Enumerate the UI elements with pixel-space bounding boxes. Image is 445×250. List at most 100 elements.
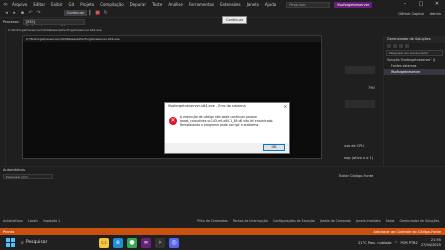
visual-studio-logo-icon: ∞ xyxy=(3,1,8,8)
sync-icon[interactable] xyxy=(393,44,397,48)
home-icon[interactable] xyxy=(387,44,391,48)
bottom-panels: Automáticos Pesquisar (Ctrl Exibir Códig… xyxy=(0,166,445,224)
diagnostics-panel: 790 uso de CPU nap (ativo n.o 1) xyxy=(342,60,380,166)
pause-icon[interactable]: ‖ xyxy=(87,10,92,16)
console-title: C:\lfsoforgetnesserver\x64\Release\lfsof… xyxy=(23,36,321,42)
dialog-message-line: Reinstalando o programa pode corrigir o … xyxy=(180,123,260,127)
menu-item-projeto[interactable]: Projeto xyxy=(80,2,94,7)
diagnostics-value: 790 xyxy=(368,86,375,90)
menu-item-ferramentas[interactable]: Ferramentas xyxy=(189,2,214,7)
tab-pontos[interactable]: Pontos de Interrupção xyxy=(233,219,268,223)
tab-locais[interactable]: Locais xyxy=(28,219,38,223)
dialog-title: lfsoforgetneserver.x64.exe - Erro do sis… xyxy=(165,103,289,110)
edge-icon[interactable]: e xyxy=(113,237,123,248)
solution-explorer-title: Gerenciador de Soluções xyxy=(384,36,445,43)
dialog-close-icon[interactable]: ✕ xyxy=(284,103,287,110)
menu-item-compilacao[interactable]: Compilação xyxy=(100,2,123,7)
file-explorer-icon[interactable]: ▭ xyxy=(99,237,109,248)
tab-automaticos[interactable]: Automáticos xyxy=(3,219,23,223)
terminal-icon[interactable]: › xyxy=(155,237,165,248)
search-label: Pesquisar xyxy=(289,2,306,7)
discord-icon[interactable]: ◎ xyxy=(169,237,179,248)
github-copilot-button[interactable]: GitHub Copilot xyxy=(398,12,424,16)
solution-search-input[interactable]: Pesquisar em Gerenciador xyxy=(386,50,443,56)
stop-icon[interactable]: ■ xyxy=(95,10,100,16)
window-controls: – □ ✕ xyxy=(397,0,445,9)
autos-search-input[interactable]: Pesquisar (Ctrl xyxy=(3,174,53,179)
tab-gerenciador[interactable]: Gerenciador de Soluções xyxy=(399,219,439,223)
toolbar-right: GitHub Copilot Admin xyxy=(398,9,441,18)
maximize-icon[interactable]: □ xyxy=(413,0,429,9)
menu-item-depurar[interactable]: Depurar xyxy=(130,2,146,7)
process-label: Processo: xyxy=(3,19,20,24)
cpu-label: uso de CPU xyxy=(344,144,364,148)
tab-pilha[interactable]: Pilha de Chamadas xyxy=(197,219,228,223)
bottom-tabs: Automáticos Locais Inspeção 1 Pilha de C… xyxy=(0,217,445,224)
language-indicator[interactable]: POR PTB2 xyxy=(401,241,418,245)
menu-item-extensoes[interactable]: Extensões xyxy=(220,2,241,7)
back-icon[interactable]: ◂ xyxy=(4,10,9,16)
clock-date: 27/04/2025 xyxy=(420,242,441,247)
redo-icon[interactable]: ↷ xyxy=(36,10,41,16)
tab-imediata[interactable]: Janela Imediata xyxy=(356,219,381,223)
restart-icon[interactable]: ↻ xyxy=(103,10,108,16)
minimize-icon[interactable]: – xyxy=(397,0,413,9)
solution-explorer-toolbar xyxy=(384,43,445,49)
continue-button[interactable]: Continuar xyxy=(64,10,88,16)
tab-excecao[interactable]: Configurações de Exceção xyxy=(273,219,315,223)
taskbar: ⌕ Pesquisar ▭ e ● ∞ › ◎ 21°C Parc. nubla… xyxy=(0,235,445,250)
process-bar: Processo: [932] lfsoforgetneserver.x64.e… xyxy=(0,18,380,29)
tab-comando[interactable]: Janela de Comando xyxy=(320,219,351,223)
process-select[interactable]: [932] lfsoforgetneserver.x64.exe xyxy=(22,18,85,29)
dialog-message: A execução de código não pode continuar … xyxy=(180,115,286,127)
diagnostics-bar xyxy=(345,66,375,74)
system-error-dialog: lfsoforgetneserver.x64.exe - Erro do sis… xyxy=(164,102,290,154)
weather-widget[interactable]: 21°C Parc. nublado xyxy=(358,241,392,245)
status-bar: Pronto Adicionar ao Controle do Código-F… xyxy=(0,228,445,235)
dialog-body: ✕ A execução de código não pode continua… xyxy=(165,110,289,143)
project-item[interactable]: lfsoforgetneserver xyxy=(384,69,445,75)
heap-label: nap (ativo n.o 1) xyxy=(344,156,374,160)
title-bar: ∞ Arquivo Editar Exibir Git Projeto Comp… xyxy=(0,0,445,9)
menu-item-analise[interactable]: Análise xyxy=(168,2,183,7)
close-icon[interactable]: ✕ xyxy=(429,0,445,9)
menu-item-exibir[interactable]: Exibir xyxy=(51,2,62,7)
chrome-icon[interactable]: ● xyxy=(127,237,137,248)
collapse-icon[interactable] xyxy=(405,44,409,48)
menu-item-editar[interactable]: Editar xyxy=(33,2,45,7)
forward-icon[interactable]: ▸ xyxy=(12,10,17,16)
search-box[interactable]: Pesquisar xyxy=(286,1,331,8)
menu-item-ajuda[interactable]: Ajuda xyxy=(265,2,276,7)
source-control-button[interactable]: Adicionar ao Controle do Código-Fonte xyxy=(373,230,441,234)
document-path: C:\lfsoforgetnesserver\x64\Release\lfsof… xyxy=(8,27,102,32)
menu-item-arquivo[interactable]: Arquivo xyxy=(12,2,27,7)
tab-saida[interactable]: Saída xyxy=(386,219,395,223)
windows-start-icon[interactable] xyxy=(6,238,15,247)
undo-icon[interactable]: ↶ xyxy=(28,10,33,16)
project-name-badge: lfsoforgetneserver xyxy=(334,1,373,8)
menu-item-git[interactable]: Git xyxy=(68,2,74,7)
taskbar-search-label: Pesquisar xyxy=(25,240,48,245)
clock[interactable]: 21:55 27/04/2025 xyxy=(421,238,441,247)
document-tab[interactable]: C:\lfsoforgetnesserver\x64\Release\lfsof… xyxy=(6,26,380,33)
visual-studio-icon[interactable]: ∞ xyxy=(141,237,151,248)
autos-title: Automáticos xyxy=(3,168,25,172)
menu-item-janela[interactable]: Janela xyxy=(247,2,259,7)
search-icon: ⌕ xyxy=(21,239,24,246)
taskbar-search[interactable]: ⌕ Pesquisar xyxy=(21,240,69,246)
system-tray: 21°C Parc. nublado ^ POR PTB2 21:55 27/0… xyxy=(358,238,441,247)
status-text: Pronto xyxy=(3,229,15,234)
tray-chevron-icon[interactable]: ^ xyxy=(395,241,398,245)
tab-inspecao[interactable]: Inspeção 1 xyxy=(43,219,60,223)
admin-badge: Admin xyxy=(429,11,441,16)
save-icon[interactable]: ▪ xyxy=(20,10,25,16)
source-panel-title: Exibir Código-Fonte xyxy=(339,174,374,178)
autos-panel: Automáticos Pesquisar (Ctrl xyxy=(0,167,190,217)
taskbar-apps: ▭ e ● ∞ › ◎ xyxy=(99,237,179,248)
error-icon: ✕ xyxy=(169,117,177,125)
solution-explorer: Gerenciador de Soluções Pesquisar em Ger… xyxy=(383,36,445,166)
refresh-icon[interactable] xyxy=(399,44,403,48)
ok-button[interactable]: OK xyxy=(263,144,285,151)
diagnostics-bar-2 xyxy=(345,100,375,108)
menu-item-teste[interactable]: Teste xyxy=(152,2,162,7)
